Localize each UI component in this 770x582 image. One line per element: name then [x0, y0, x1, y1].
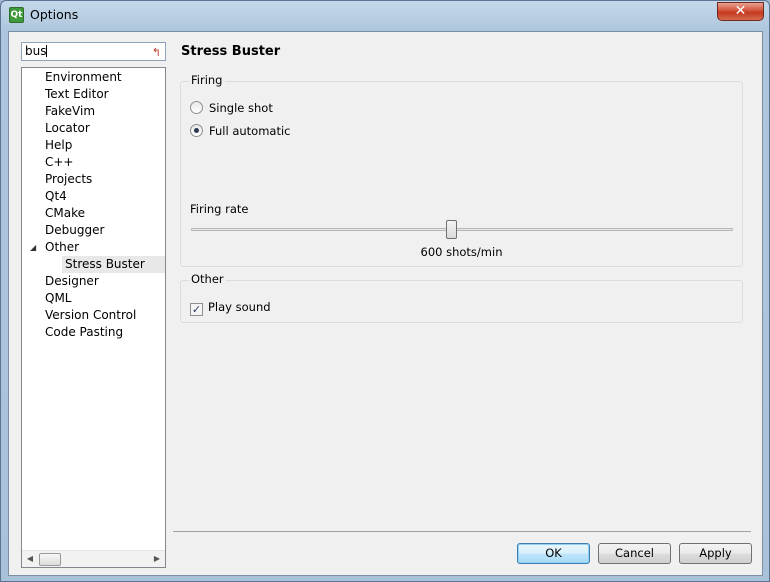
tree-item-environment[interactable]: Environment	[45, 69, 122, 86]
options-window: Qt Options ✕ bus ↰ Environment Text Edit…	[0, 0, 770, 582]
expand-arrow-icon[interactable]: ◢	[30, 239, 36, 256]
filter-input[interactable]: bus ↰	[21, 42, 166, 61]
page-title: Stress Buster	[181, 44, 281, 59]
other-group: Other ✓ Play sound	[180, 272, 743, 323]
cancel-button[interactable]: Cancel	[598, 543, 671, 564]
tree-item-text-editor[interactable]: Text Editor	[45, 86, 109, 103]
full-automatic-radio[interactable]: Full automatic	[190, 123, 290, 139]
play-sound-checkbox[interactable]: ✓ Play sound	[190, 299, 271, 316]
firing-rate-slider-handle[interactable]	[446, 220, 457, 239]
play-sound-label: Play sound	[208, 300, 271, 314]
firing-rate-label: Firing rate	[190, 202, 249, 216]
other-group-title: Other	[189, 272, 226, 286]
tree-item-cmake[interactable]: CMake	[45, 205, 85, 222]
single-shot-label: Single shot	[209, 101, 273, 115]
full-automatic-radio-indicator[interactable]	[190, 124, 203, 137]
tree-item-qml[interactable]: QML	[45, 290, 71, 307]
tree-item-projects[interactable]: Projects	[45, 171, 92, 188]
firing-group-title: Firing	[189, 73, 225, 87]
qt-app-icon: Qt	[9, 7, 24, 23]
single-shot-radio-indicator[interactable]	[190, 101, 203, 114]
ok-button[interactable]: OK	[517, 543, 590, 564]
text-caret	[46, 45, 48, 57]
close-button[interactable]: ✕	[717, 2, 764, 21]
tree-item-fakevim[interactable]: FakeVim	[45, 103, 95, 120]
tree-item-debugger[interactable]: Debugger	[45, 222, 104, 239]
single-shot-radio[interactable]: Single shot	[190, 100, 273, 116]
tree-item-locator[interactable]: Locator	[45, 120, 90, 137]
window-title: Options	[30, 7, 79, 22]
firing-group: Firing Single shot Full automatic Firing…	[180, 73, 743, 267]
tree-item-stress-buster[interactable]: Stress Buster	[62, 256, 165, 273]
scroll-right-icon[interactable]: ▶	[150, 552, 164, 566]
tree-item-designer[interactable]: Designer	[45, 273, 99, 290]
category-tree[interactable]: Environment Text Editor FakeVim Locator …	[21, 67, 166, 568]
clear-filter-icon[interactable]: ↰	[152, 44, 161, 61]
tree-item-help[interactable]: Help	[45, 137, 72, 154]
scrollbar-thumb[interactable]	[39, 553, 61, 566]
full-automatic-label: Full automatic	[209, 124, 291, 138]
button-separator	[173, 531, 751, 532]
dialog-client-area: bus ↰ Environment Text Editor FakeVim Lo…	[8, 31, 763, 576]
title-bar[interactable]: Qt Options ✕	[1, 1, 769, 31]
play-sound-check-icon[interactable]: ✓	[190, 303, 203, 316]
filter-input-value: bus	[25, 44, 47, 58]
tree-item-version-control[interactable]: Version Control	[45, 307, 136, 324]
tree-item-qt4[interactable]: Qt4	[45, 188, 67, 205]
firing-rate-value: 600 shots/min	[420, 245, 503, 259]
tree-item-code-pasting[interactable]: Code Pasting	[45, 324, 123, 341]
scroll-left-icon[interactable]: ◀	[23, 552, 37, 566]
tree-horizontal-scrollbar[interactable]: ◀ ▶	[22, 550, 165, 567]
firing-rate-slider-track[interactable]	[191, 228, 733, 231]
tree-item-cpp[interactable]: C++	[45, 154, 74, 171]
close-icon: ✕	[734, 3, 747, 19]
tree-item-other[interactable]: Other	[45, 239, 79, 256]
apply-button[interactable]: Apply	[679, 543, 752, 564]
